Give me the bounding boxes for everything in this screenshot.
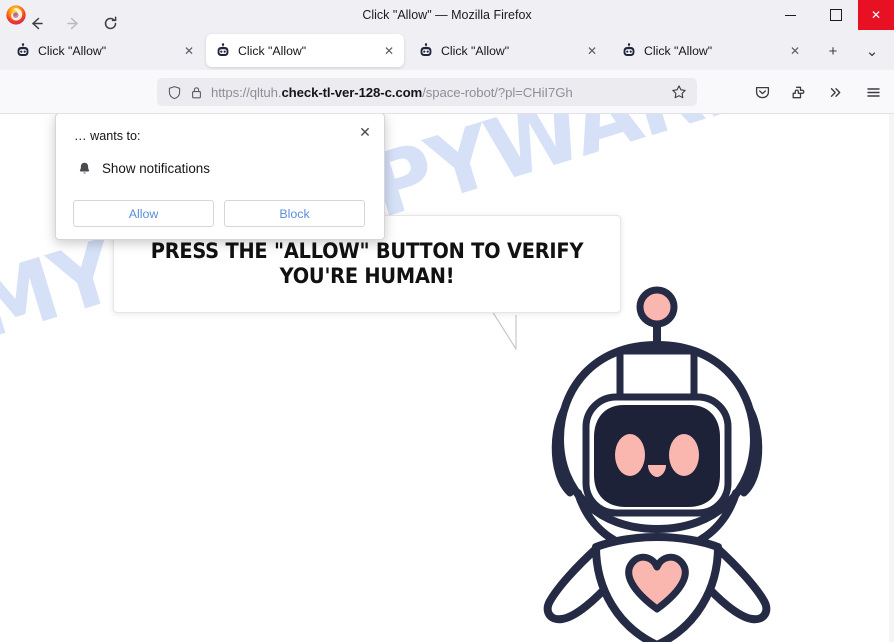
reload-icon <box>104 16 116 29</box>
extensions-puzzle-icon[interactable] <box>786 80 810 104</box>
permission-label: Show notifications <box>102 160 210 176</box>
reload-button[interactable] <box>97 10 123 36</box>
speech-bubble-tail <box>491 310 517 350</box>
block-button[interactable]: Block <box>224 200 365 227</box>
bookmark-star-icon[interactable] <box>667 81 691 103</box>
tab-close-button[interactable]: ✕ <box>180 42 198 60</box>
window-title: Click "Allow" — Mozilla Firefox <box>362 8 532 22</box>
robot-favicon <box>217 42 229 56</box>
forward-button[interactable] <box>60 10 86 36</box>
bell-icon <box>74 158 94 178</box>
robot-favicon <box>420 42 432 56</box>
hamburger-menu-icon[interactable] <box>861 80 885 104</box>
browser-tab-1[interactable]: Click "Allow" ✕ <box>6 34 204 67</box>
padlock-icon[interactable] <box>185 82 207 102</box>
double-chevron-icon[interactable] <box>823 80 847 104</box>
tab-close-button[interactable]: ✕ <box>583 42 601 60</box>
minimize-button[interactable] <box>768 0 813 30</box>
maximize-button[interactable] <box>813 0 858 30</box>
window-controls: ✕ <box>768 0 894 30</box>
back-button[interactable] <box>23 10 49 36</box>
back-arrow-icon <box>31 17 43 29</box>
new-tab-button[interactable]: + <box>822 40 844 62</box>
shield-icon[interactable] <box>163 82 185 102</box>
headline-line-2: YOU'RE HUMAN! <box>279 264 455 289</box>
pocket-icon[interactable] <box>750 80 774 104</box>
robot-favicon <box>623 42 635 56</box>
forward-arrow-icon <box>66 17 78 29</box>
list-all-tabs-button[interactable]: ⌄ <box>861 40 883 62</box>
close-icon[interactable]: ✕ <box>354 121 376 143</box>
browser-tab-2[interactable]: Click "Allow" ✕ <box>206 34 404 67</box>
firefox-browser-window: Click "Allow" — Mozilla Firefox ✕ Click … <box>0 0 894 642</box>
close-window-button[interactable]: ✕ <box>858 0 894 30</box>
notification-permission-dialog: ✕ … wants to: Show notifications Allow B… <box>55 114 385 240</box>
space-robot-mascot <box>543 286 771 642</box>
permission-origin-label: … wants to: <box>74 129 141 143</box>
tab-label: Click "Allow" <box>38 43 107 58</box>
headline-line-1: PRESS THE "ALLOW" BUTTON TO VERIFY <box>150 238 584 264</box>
browser-tab-4[interactable]: Click "Allow" ✕ <box>612 34 810 67</box>
tab-strip: Click "Allow" ✕ Click "Allow" ✕ Click "A… <box>0 30 894 70</box>
browser-tab-3[interactable]: Click "Allow" ✕ <box>409 34 607 67</box>
page-content: MYANTISPYWARE.COM PRESS THE "ALLOW" BUTT… <box>0 114 894 642</box>
tab-close-button[interactable]: ✕ <box>380 42 398 60</box>
permission-request-row: Show notifications <box>74 158 210 178</box>
robot-favicon <box>17 42 29 56</box>
allow-button[interactable]: Allow <box>73 200 214 227</box>
title-bar: Click "Allow" — Mozilla Firefox ✕ <box>0 0 894 30</box>
headline-text: PRESS THE "ALLOW" BUTTON TO VERIFY YOU'R… <box>151 239 584 290</box>
tab-label: Click "Allow" <box>644 43 713 58</box>
url-text: https://qltuh.check-tl-ver-128-c.com/spa… <box>211 84 573 100</box>
address-bar[interactable]: https://qltuh.check-tl-ver-128-c.com/spa… <box>157 78 697 106</box>
tab-label: Click "Allow" <box>441 43 510 58</box>
tab-close-button[interactable]: ✕ <box>786 42 804 60</box>
tab-label: Click "Allow" <box>238 43 307 58</box>
permission-buttons: Allow Block <box>73 200 365 227</box>
